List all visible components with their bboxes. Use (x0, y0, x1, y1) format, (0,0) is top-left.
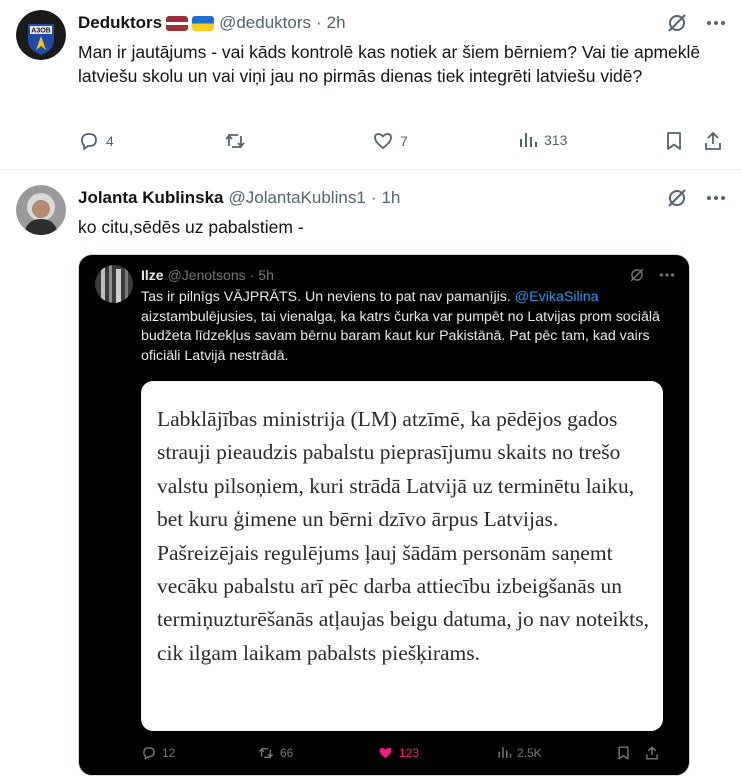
embedded-timestamp: 5h (258, 267, 274, 283)
article-excerpt-card: Labklājības ministrija (LM) atzīmē, ka p… (141, 381, 663, 731)
header-icons (666, 12, 726, 34)
separator: · (370, 188, 377, 207)
views-count: 313 (544, 132, 568, 148)
reply-button[interactable]: 4 (78, 130, 114, 152)
embedded-share (644, 745, 660, 761)
grok-icon[interactable] (666, 12, 688, 34)
bookmark-icon (664, 130, 684, 152)
embedded-reply: 12 (141, 745, 175, 761)
timestamp[interactable]: 1h (381, 188, 400, 208)
ukraine-flag-icon (192, 15, 215, 31)
tweet-header: Jolanta Kublinska @JolantaKublins1 · 1h (78, 187, 400, 209)
reply-icon (78, 130, 100, 152)
more-icon[interactable] (706, 188, 726, 208)
grok-icon (629, 267, 645, 288)
action-bar: 4 7 313 (70, 130, 724, 154)
tweet-text: ko citu,sēdēs uz pabalstiem - (78, 217, 304, 237)
tweet-header: Deduktors @deduktors · 2h (78, 12, 346, 34)
repost-icon (223, 130, 247, 152)
more-icon[interactable] (706, 13, 726, 33)
views-button[interactable]: 313 (518, 130, 567, 150)
embedded-text-part: aizstambulējusies, tai vienalga, ka katr… (141, 308, 660, 364)
author-name[interactable]: Jolanta Kublinska (78, 188, 223, 208)
author-handle[interactable]: @deduktors (219, 13, 311, 33)
like-count: 7 (400, 133, 408, 149)
views-icon (518, 130, 538, 150)
article-excerpt-text: Labklājības ministrija (LM) atzīmē, ka p… (157, 407, 649, 665)
avatar[interactable]: A3OB (16, 10, 66, 60)
header-icons (666, 187, 726, 209)
like-icon (377, 745, 394, 761)
bookmark-button[interactable] (664, 130, 684, 152)
embedded-header: Ilze @Jenotsons · 5h (141, 267, 274, 283)
views-icon (497, 745, 512, 760)
embedded-repost-count: 66 (280, 746, 294, 760)
timestamp[interactable]: 2h (327, 13, 346, 33)
repost-button[interactable] (223, 130, 253, 152)
embedded-repost: 66 (257, 745, 293, 761)
embedded-avatar (95, 265, 133, 303)
tweet-text: Man ir jautājums - vai kāds kontrolē kas… (78, 42, 701, 86)
like-icon (372, 130, 394, 152)
share-icon (702, 130, 724, 152)
embedded-reply-count: 12 (162, 746, 176, 760)
embedded-like-count: 123 (399, 746, 420, 760)
avatar-badge-text: A3OB (31, 28, 50, 35)
share-icon (644, 745, 660, 761)
like-button[interactable]: 7 (372, 130, 408, 152)
grok-icon[interactable] (666, 187, 688, 209)
embedded-action-bar: 12 66 123 2.5K (141, 745, 673, 765)
tweet-jolanta[interactable]: Jolanta Kublinska @JolantaKublins1 · 1h … (0, 171, 742, 783)
embedded-author-handle: @Jenotsons (167, 267, 246, 283)
author-name[interactable]: Deduktors (78, 13, 162, 33)
embedded-header-icons (629, 267, 675, 288)
embedded-views-count: 2.5K (517, 745, 542, 760)
embedded-text-part: Tas ir pilnīgs VĀJPRĀTS. Un neviens to p… (141, 289, 515, 305)
attached-image[interactable]: Ilze @Jenotsons · 5h Tas ir pilnīgs VĀJP… (78, 254, 690, 776)
tweet-deduktors[interactable]: A3OB Deduktors @deduktors · 2h Man ir ja… (0, 0, 742, 170)
avatar[interactable] (16, 185, 66, 235)
embedded-separator: · (249, 267, 255, 283)
embedded-tweet-text: Tas ir pilnīgs VĀJPRĀTS. Un neviens to p… (141, 288, 673, 366)
embedded-like: 123 (377, 745, 419, 761)
bookmark-icon (616, 745, 631, 761)
embedded-views: 2.5K (497, 745, 542, 760)
repost-icon (257, 745, 275, 761)
author-handle[interactable]: @JolantaKublins1 (228, 188, 365, 208)
more-icon (659, 267, 675, 288)
embedded-author-name: Ilze (141, 267, 164, 283)
separator: · (316, 13, 322, 32)
latvia-flag-icon (166, 15, 189, 31)
embedded-bookmark (616, 745, 631, 761)
embedded-mention: @EvikaSilina (514, 289, 599, 305)
reply-count: 4 (106, 133, 114, 149)
reply-icon (141, 745, 157, 761)
share-button[interactable] (702, 130, 724, 152)
